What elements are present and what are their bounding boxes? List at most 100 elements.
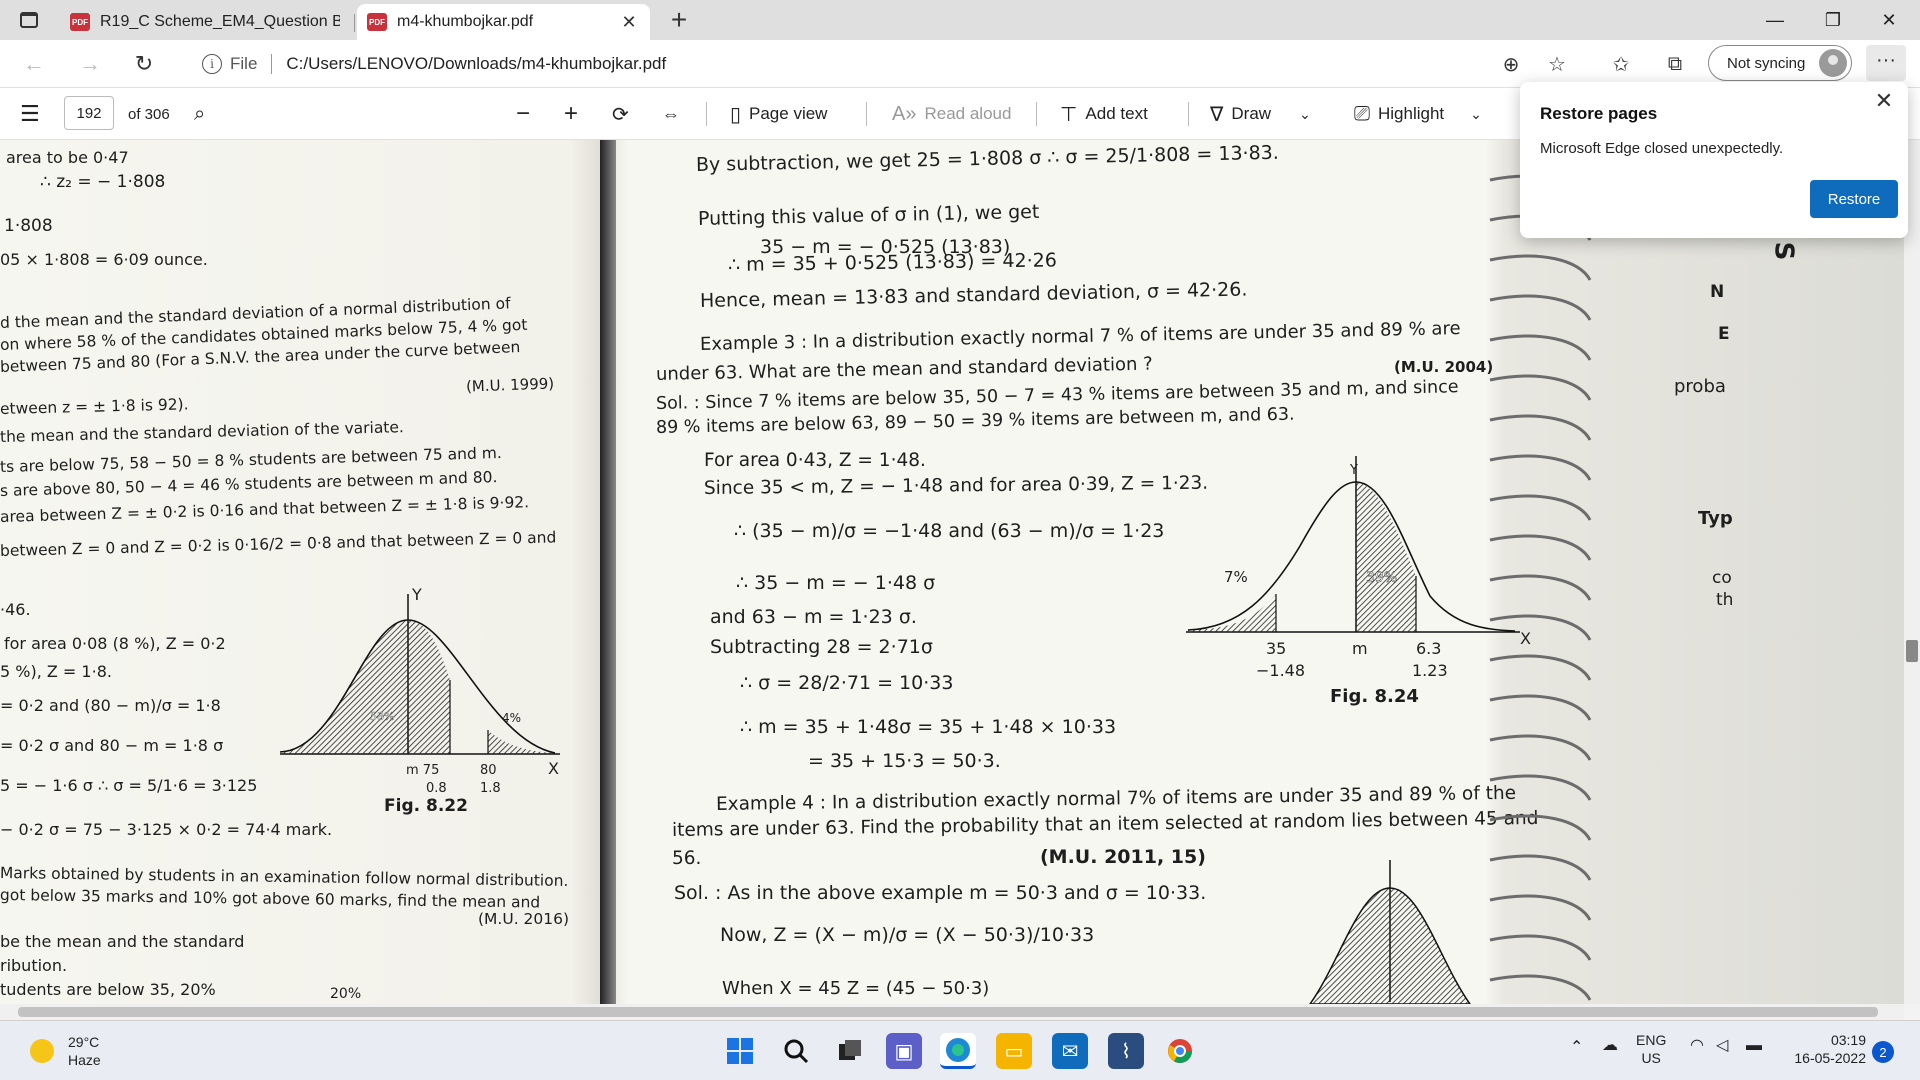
add-favorite-icon[interactable]: ☆	[1540, 48, 1574, 80]
left-reference: (M.U. 2016)	[478, 910, 570, 928]
close-tab-icon[interactable]: ✕	[618, 12, 640, 33]
left-line: ∴ z₂ = − 1·808	[40, 172, 166, 192]
volume-icon[interactable]: ◁	[1716, 1037, 1728, 1055]
url-field[interactable]: i File C:/Users/LENOVO/Downloads/m4-khum…	[190, 46, 1530, 82]
zoom-in-icon[interactable]: +	[564, 88, 578, 140]
read-aloud-label: Read aloud	[924, 104, 1012, 123]
tick-label: m 75	[406, 763, 439, 778]
right-line: ∴ m = 35 + 1·48σ = 35 + 1·48 × 10·33	[740, 716, 1117, 738]
file-explorer-icon[interactable]: ▭	[996, 1033, 1032, 1069]
tab-title: R19_C Scheme_EM4_Question Ba	[100, 13, 340, 30]
draw-label: Draw	[1231, 104, 1272, 123]
figure-caption: Fig. 8.22	[384, 796, 468, 816]
close-icon[interactable]: ✕	[1872, 88, 1896, 114]
axis-x-label: X	[548, 759, 559, 778]
zoom-icon[interactable]: ⊕	[1494, 48, 1528, 80]
app-icon[interactable]: ⌇	[1108, 1033, 1144, 1069]
toolbar-divider	[1188, 102, 1189, 126]
axis-y-label: Y	[1349, 463, 1358, 478]
search-icon[interactable]: ⌕	[194, 88, 205, 140]
close-window-button[interactable]: ✕	[1862, 0, 1916, 40]
edge-text: co	[1712, 568, 1732, 588]
favorites-icon[interactable]: ✩	[1604, 48, 1638, 80]
weather-condition: Haze	[68, 1052, 101, 1068]
weather-widget[interactable]: 29°C Haze	[30, 1033, 101, 1069]
settings-more-button[interactable]: ···	[1866, 45, 1906, 81]
pdf-icon: PDF	[367, 13, 387, 31]
left-line: = 0·2 and (80 − m)/σ = 1·8	[0, 696, 221, 715]
right-line: For area 0·43, Z = 1·48.	[704, 450, 926, 471]
start-icon[interactable]	[722, 1033, 758, 1069]
info-icon[interactable]: i	[202, 54, 222, 74]
url-text[interactable]: C:/Users/LENOVO/Downloads/m4-khumbojkar.…	[286, 54, 666, 74]
left-line: ·46.	[0, 600, 31, 619]
right-line: ∴ 35 − m = − 1·48 σ	[736, 572, 936, 594]
tab-m4-khumbojkar[interactable]: PDF m4-khumbojkar.pdf ✕	[357, 4, 650, 40]
shaded-area-7-percent	[1188, 594, 1276, 632]
page-view-button[interactable]: ▯ Page view	[730, 88, 827, 140]
clock[interactable]: 03:19 16-05-2022	[1786, 1031, 1866, 1067]
tick-label: 0.8	[426, 781, 447, 796]
language-indicator[interactable]: ENG US	[1636, 1031, 1666, 1067]
table-of-contents-icon[interactable]: ☰	[20, 88, 40, 140]
edge-icon[interactable]	[940, 1033, 976, 1069]
teams-chat-icon[interactable]: ▣	[886, 1033, 922, 1069]
time: 03:19	[1830, 1032, 1866, 1048]
right-line: Subtracting 28 = 2·71σ	[710, 636, 933, 658]
minimize-button[interactable]: —	[1748, 0, 1802, 40]
refresh-icon[interactable]: ↻	[128, 49, 160, 79]
left-line: − 0·2 σ = 75 − 3·125 × 0·2 = 74·4 mark.	[0, 820, 333, 839]
forward-icon[interactable]: →	[74, 49, 106, 79]
chevron-up-icon[interactable]: ⌃	[1570, 1039, 1583, 1057]
tick-label: 6.3	[1416, 639, 1441, 658]
vertical-scrollbar[interactable]	[1904, 140, 1920, 1004]
restore-button[interactable]: Restore	[1810, 180, 1898, 218]
restore-pages-popup: ✕ Restore pages Microsoft Edge closed un…	[1520, 82, 1908, 238]
restore-window-button[interactable]: ❐	[1806, 0, 1860, 40]
zoom-out-icon[interactable]: −	[516, 88, 530, 140]
notification-badge[interactable]: 2	[1872, 1041, 1894, 1063]
tab-actions-button[interactable]	[16, 8, 42, 32]
search-icon[interactable]	[778, 1033, 814, 1069]
horizontal-scroll-thumb[interactable]	[18, 1007, 1878, 1017]
rotate-icon[interactable]: ⟳	[612, 88, 629, 140]
fit-width-icon[interactable]: ⇔	[662, 88, 680, 140]
onedrive-icon[interactable]: ☁	[1602, 1037, 1618, 1055]
wifi-icon[interactable]: ◠	[1690, 1037, 1704, 1055]
battery-icon[interactable]: ▬	[1746, 1037, 1762, 1055]
tab-question-bank[interactable]: PDF R19_C Scheme_EM4_Question Ba	[60, 4, 350, 40]
popup-title: Restore pages	[1540, 104, 1658, 123]
tab-separator	[354, 14, 355, 32]
collections-icon[interactable]: ⧉	[1658, 48, 1692, 80]
read-aloud-button[interactable]: A» Read aloud	[892, 88, 1011, 140]
edge-text: N	[1710, 282, 1725, 302]
add-text-button[interactable]: ⊤ Add text	[1060, 88, 1148, 140]
add-text-label: Add text	[1085, 104, 1148, 123]
book-spine	[600, 140, 616, 1004]
highlight-button[interactable]: ⎚ Highlight ⌄	[1354, 88, 1482, 140]
task-view-icon[interactable]	[832, 1033, 868, 1069]
draw-button[interactable]: ∇ Draw ⌄	[1210, 88, 1311, 140]
text-box-icon: ⊤	[1060, 103, 1078, 126]
back-icon[interactable]: ←	[18, 49, 50, 79]
shaded-area-left	[280, 620, 450, 754]
right-line: and 63 − m = 1·23 σ.	[710, 606, 917, 628]
axis-y-label: Y	[411, 585, 422, 604]
chevron-down-icon[interactable]: ⌄	[1299, 106, 1311, 123]
tick-label: m	[1352, 639, 1368, 658]
toolbar-divider	[706, 102, 707, 126]
right-line: When X = 45 Z = (45 − 50·3)	[722, 978, 990, 999]
temperature: 29°C	[68, 1034, 100, 1050]
profile-sync-button[interactable]: Not syncing	[1708, 45, 1852, 81]
mail-icon[interactable]: ✉	[1052, 1033, 1088, 1069]
new-tab-button[interactable]: +	[664, 6, 694, 36]
left-line: ribution.	[0, 956, 68, 975]
page-view-label: Page view	[749, 104, 828, 123]
chevron-down-icon[interactable]: ⌄	[1470, 106, 1482, 123]
pdf-viewer[interactable]: area to be 0·47 ∴ z₂ = − 1·808 1·808 05 …	[0, 140, 1904, 1004]
popup-message: Microsoft Edge closed unexpectedly.	[1540, 140, 1784, 157]
page-number-input[interactable]: 192	[64, 96, 114, 130]
chrome-icon[interactable]	[1162, 1033, 1198, 1069]
vertical-scroll-thumb[interactable]	[1906, 640, 1918, 662]
small-figure-label: 20%	[330, 986, 362, 1002]
